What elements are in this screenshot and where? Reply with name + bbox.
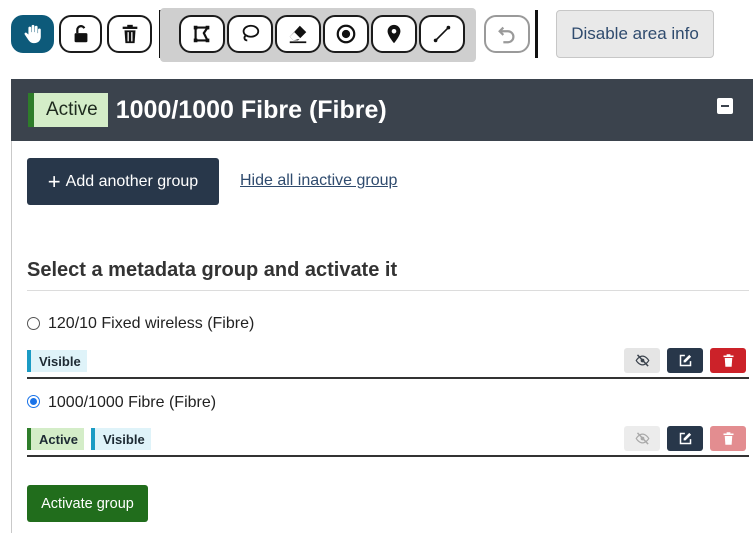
group-panel-header: Active 1000/1000 Fibre (Fibre) xyxy=(11,79,753,141)
drawing-toolbar: Disable area info xyxy=(0,0,753,70)
panel-title: 1000/1000 Fibre (Fibre) xyxy=(115,95,387,124)
add-group-label: Add another group xyxy=(65,172,199,190)
row-divider xyxy=(27,377,749,379)
trash-icon xyxy=(723,432,733,445)
trash-icon xyxy=(723,354,733,367)
hide-inactive-link[interactable]: Hide all inactive group xyxy=(240,172,397,190)
disable-area-info-button[interactable]: Disable area info xyxy=(556,10,714,58)
row-divider xyxy=(27,455,749,457)
eraser-tool-button[interactable] xyxy=(275,15,321,53)
target-tool-button[interactable] xyxy=(323,15,369,53)
marker-tool-button[interactable] xyxy=(371,15,417,53)
group-radio-2[interactable] xyxy=(27,395,40,408)
eye-slash-icon xyxy=(635,432,649,445)
undo-button[interactable] xyxy=(484,15,530,53)
eye-slash-icon xyxy=(635,354,649,367)
line-tool-button[interactable] xyxy=(419,15,465,53)
section-title: Select a metadata group and activate it xyxy=(27,259,398,281)
polygon-tool-button[interactable] xyxy=(179,15,225,53)
section-divider xyxy=(27,290,749,291)
visible-badge: Visible xyxy=(91,428,151,450)
delete-group-button[interactable] xyxy=(710,426,746,451)
polygon-icon xyxy=(193,25,210,43)
edit-icon xyxy=(679,354,691,367)
lasso-tool-button[interactable] xyxy=(227,15,273,53)
delete-tool-button[interactable] xyxy=(107,15,152,53)
lock-tool-button[interactable] xyxy=(59,15,102,53)
visible-badge: Visible xyxy=(27,350,87,372)
add-group-button[interactable]: + Add another group xyxy=(27,158,219,205)
lock-icon xyxy=(74,25,87,43)
plus-icon: + xyxy=(47,168,61,194)
active-badge: Active xyxy=(28,93,108,127)
group-radio-1[interactable] xyxy=(27,317,40,330)
target-icon xyxy=(336,24,356,44)
map-pin-icon xyxy=(387,24,401,44)
trash-icon xyxy=(122,24,137,44)
toolbar-divider xyxy=(535,10,538,58)
eraser-icon xyxy=(289,25,307,44)
line-icon xyxy=(433,25,451,43)
edit-icon xyxy=(679,432,691,445)
minus-icon xyxy=(721,105,729,107)
edit-group-button[interactable] xyxy=(667,348,703,373)
group-label-1: 120/10 Fixed wireless (Fibre) xyxy=(48,315,255,332)
toggle-visibility-button[interactable] xyxy=(624,348,660,373)
toggle-visibility-button[interactable] xyxy=(624,426,660,451)
pan-tool-button[interactable] xyxy=(11,15,54,53)
undo-icon xyxy=(498,26,515,44)
hand-icon xyxy=(24,24,41,44)
group-label-2: 1000/1000 Fibre (Fibre) xyxy=(48,394,217,411)
delete-group-button[interactable] xyxy=(710,348,746,373)
collapse-button[interactable] xyxy=(717,98,733,114)
activate-group-button[interactable]: Activate group xyxy=(27,485,148,522)
edit-group-button[interactable] xyxy=(667,426,703,451)
lasso-icon xyxy=(242,24,260,42)
active-badge: Active xyxy=(27,428,85,450)
